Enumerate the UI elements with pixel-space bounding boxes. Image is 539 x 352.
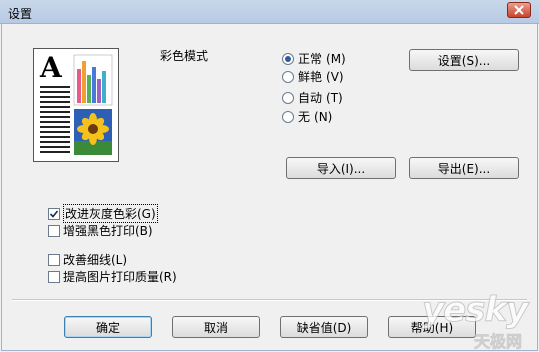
radio-auto-mnemonic: (T) [326,90,343,105]
checkbox-improve-photo-quality-label: 提高图片打印质量(R) [63,270,177,284]
checkbox-improve-gray-label: 改进灰度色彩(G) [63,204,158,223]
radio-button[interactable] [282,52,294,65]
radio-normal-label: 正常 [298,52,323,66]
import-button[interactable]: 导入(I)... [286,157,396,179]
title-bar: 设置 [0,0,539,24]
svg-text:A: A [39,51,63,84]
close-icon [514,5,524,15]
checkbox-box[interactable] [48,270,60,283]
checkbox-box[interactable] [48,207,60,220]
preview-illustration: A [39,51,113,155]
radio-vivid[interactable]: 鲜艳 (V) [282,68,344,85]
window-title: 设置 [8,7,33,21]
checkbox-improve-thin-lines-label: 改善细线(L) [63,253,128,267]
export-button[interactable]: 导出(E)... [409,157,519,179]
radio-none[interactable]: 无 (N) [282,108,332,125]
checkmark-icon [49,209,59,218]
checkbox-enhance-black-label: 增强黑色打印(B) [63,224,153,238]
ok-button[interactable]: 确定 [64,316,152,338]
checkbox-improve-gray[interactable]: 改进灰度色彩(G) [48,204,158,223]
help-button[interactable]: 帮助(H) [388,316,476,338]
radio-button[interactable] [282,70,294,83]
color-mode-label: 彩色模式 [160,49,209,63]
radio-button[interactable] [282,110,294,123]
checkbox-box[interactable] [48,253,60,266]
radio-auto[interactable]: 自动 (T) [282,89,343,106]
defaults-button[interactable]: 缺省值(D) [280,316,368,338]
checkbox-improve-photo-quality[interactable]: 提高图片打印质量(R) [48,268,177,285]
radio-vivid-label: 鲜艳 [298,70,323,84]
radio-none-mnemonic: (N) [314,109,333,124]
radio-button[interactable] [282,91,294,104]
radio-auto-label: 自动 [298,91,323,105]
separator [12,299,527,301]
checkbox-improve-thin-lines[interactable]: 改善细线(L) [48,251,127,268]
radio-normal[interactable]: 正常 (M) [282,50,346,67]
print-preview-image: A [33,48,119,162]
radio-vivid-mnemonic: (V) [326,69,344,84]
checkbox-enhance-black[interactable]: 增强黑色打印(B) [48,222,153,239]
radio-none-label: 无 [298,110,311,124]
color-settings-button[interactable]: 设置(S)... [409,49,519,71]
checkbox-box[interactable] [48,224,60,237]
radio-normal-mnemonic: (M) [326,51,346,66]
cancel-button[interactable]: 取消 [172,316,260,338]
close-button[interactable] [507,2,531,18]
